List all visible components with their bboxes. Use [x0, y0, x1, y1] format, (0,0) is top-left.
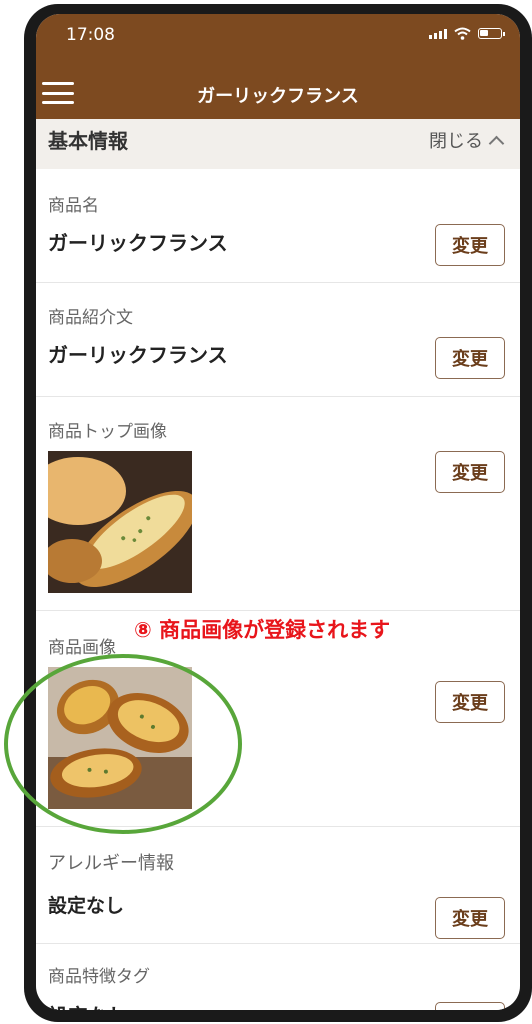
- wifi-icon: [454, 27, 471, 40]
- section-header-basic-info: 基本情報 閉じる: [36, 119, 520, 169]
- battery-icon: [478, 28, 505, 39]
- field-feature-tags: 商品特徴タグ 設定なし 変更: [36, 944, 520, 1010]
- field-label: 商品特徴タグ: [48, 967, 150, 987]
- field-value: 設定なし: [48, 895, 125, 917]
- annotation-text: ⑧ 商品画像が登録されます: [134, 618, 391, 642]
- field-value: ガーリックフランス: [48, 231, 228, 255]
- product-top-photo[interactable]: [48, 451, 192, 593]
- collapse-toggle[interactable]: 閉じる: [429, 127, 505, 153]
- status-time: 17:08: [66, 25, 115, 45]
- field-product-top-image: 商品トップ画像 変更: [36, 397, 520, 611]
- status-icons: [429, 27, 505, 40]
- field-label: 商品名: [48, 196, 99, 216]
- field-label: アレルギー情報: [48, 853, 174, 874]
- field-value: ガーリックフランス: [48, 343, 228, 367]
- change-button[interactable]: 変更: [435, 224, 505, 266]
- app-screen: 17:08 ガーリックフランス 基本情報 閉じる 商品名 ガーリックフランス 変…: [36, 14, 520, 1010]
- change-button[interactable]: 変更: [435, 451, 505, 493]
- field-label: 商品トップ画像: [48, 422, 167, 442]
- section-title: 基本情報: [48, 129, 128, 153]
- collapse-label: 閉じる: [429, 131, 483, 152]
- change-button[interactable]: 変更: [435, 1002, 505, 1010]
- change-button[interactable]: 変更: [435, 897, 505, 939]
- page-title: ガーリックフランス: [197, 86, 359, 107]
- app-header: 17:08 ガーリックフランス: [36, 14, 520, 119]
- signal-icon: [429, 28, 447, 39]
- field-label: 商品紹介文: [48, 308, 133, 328]
- highlight-circle: [4, 654, 242, 834]
- change-button[interactable]: 変更: [435, 681, 505, 723]
- chevron-up-icon: [488, 135, 505, 151]
- field-allergy-info: アレルギー情報 設定なし 変更: [36, 827, 520, 944]
- field-product-name: 商品名 ガーリックフランス 変更: [36, 169, 520, 283]
- change-button[interactable]: 変更: [435, 337, 505, 379]
- field-value: 設定なし: [48, 1000, 128, 1010]
- field-product-description: 商品紹介文 ガーリックフランス 変更: [36, 283, 520, 397]
